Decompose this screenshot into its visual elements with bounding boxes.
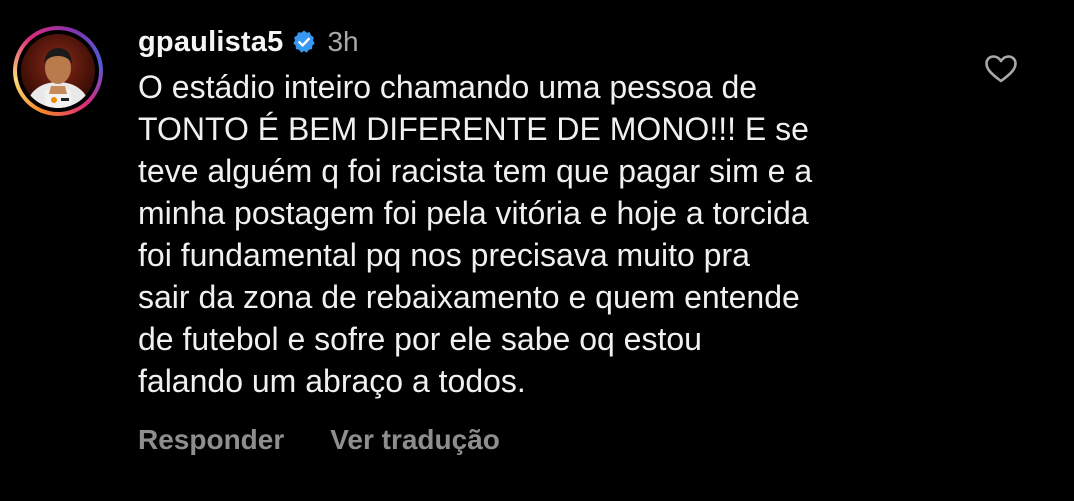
avatar[interactable] bbox=[21, 34, 95, 108]
reply-button[interactable]: Responder bbox=[138, 424, 284, 456]
comment-item: gpaulista5 3h O estádio inteiro chamando… bbox=[0, 0, 1074, 501]
heart-outline-icon[interactable] bbox=[984, 54, 1018, 84]
comment-text: O estádio inteiro chamando uma pessoa de… bbox=[138, 69, 813, 399]
avatar-frame bbox=[17, 30, 99, 112]
comment-actions: Responder Ver tradução bbox=[138, 424, 500, 456]
avatar-story-ring[interactable] bbox=[13, 26, 103, 116]
verified-badge-icon bbox=[293, 30, 316, 53]
comment-header: gpaulista5 3h bbox=[138, 22, 359, 62]
username-link[interactable]: gpaulista5 bbox=[138, 26, 283, 59]
timestamp: 3h bbox=[327, 26, 359, 57]
translate-button[interactable]: Ver tradução bbox=[330, 424, 500, 456]
avatar-image bbox=[28, 48, 88, 108]
